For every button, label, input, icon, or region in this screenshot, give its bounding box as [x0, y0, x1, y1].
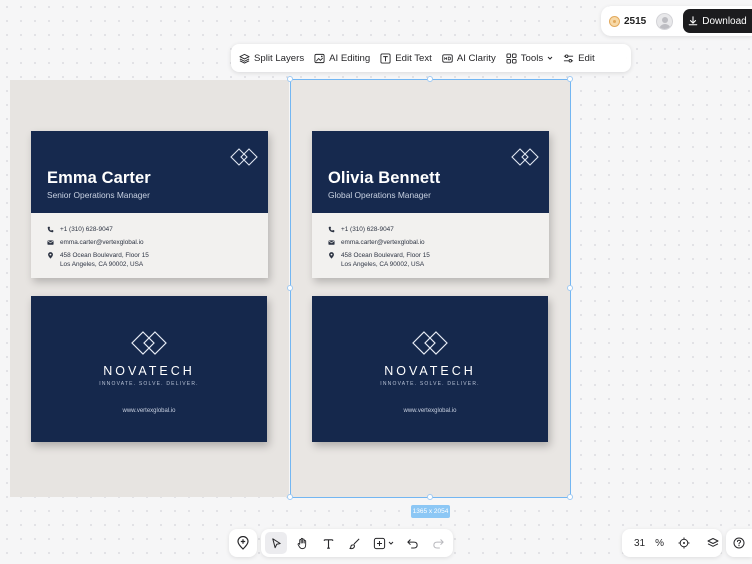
resize-handle-bottom[interactable] — [427, 494, 433, 500]
business-card-front[interactable]: Emma Carter Senior Operations Manager +1… — [31, 131, 268, 278]
redo-icon — [432, 538, 444, 548]
tools-label: Tools — [520, 52, 544, 64]
mail-icon — [47, 240, 54, 245]
email-text: emma.carter@vertexglobal.io — [60, 239, 144, 246]
grid-icon — [506, 52, 517, 64]
resize-handle-bottom-left[interactable] — [287, 494, 293, 500]
resize-handle-top[interactable] — [427, 76, 433, 82]
split-layers-button[interactable]: Split Layers — [239, 53, 304, 64]
contact-email: emma.carter@vertexglobal.io — [47, 238, 144, 247]
text-tool[interactable] — [317, 532, 339, 554]
diamond-logo-icon — [131, 331, 167, 355]
brand-tagline: INNOVATE. SOLVE. DELIVER. — [99, 381, 199, 387]
add-pin-icon — [237, 536, 249, 550]
contact-address: 458 Ocean Boulevard, Floor 15 Los Angele… — [47, 251, 149, 269]
hd-icon — [442, 53, 453, 63]
fit-to-screen-icon[interactable] — [678, 537, 690, 549]
redo-button[interactable] — [427, 532, 449, 554]
resize-handle-left[interactable] — [287, 285, 293, 291]
edit-text-button[interactable]: Edit Text — [380, 53, 432, 64]
ai-editing-button[interactable]: AI Editing — [314, 53, 370, 64]
help-icon — [733, 537, 745, 549]
edit-toolbar: Split Layers AI Editing Edit Text AI Cla… — [231, 44, 631, 72]
add-square-icon — [373, 537, 385, 549]
website-text: www.vertexglobal.io — [122, 408, 176, 414]
card-name: Emma Carter — [47, 169, 151, 187]
layers-icon — [239, 53, 250, 64]
avatar[interactable] — [656, 12, 674, 30]
help-button[interactable] — [726, 529, 752, 557]
location-pin-icon — [48, 252, 53, 259]
phone-text: +1 (310) 628-9047 — [60, 226, 113, 233]
hand-tool[interactable] — [291, 532, 313, 554]
text-icon — [323, 538, 333, 549]
address-line2: Los Angeles, CA 90002, USA — [60, 261, 144, 268]
brand-name: NOVATECH — [103, 364, 195, 378]
insert-tool-dropdown[interactable] — [369, 532, 397, 554]
coin-icon — [609, 15, 620, 27]
edit-label: Edit — [578, 52, 595, 64]
diamond-logo-icon — [230, 148, 258, 166]
zoom-unit: % — [655, 537, 665, 549]
chevron-down-icon — [547, 56, 553, 60]
selection-frame[interactable] — [290, 79, 571, 498]
account-bar: 2515 Download — [601, 6, 752, 36]
undo-button[interactable] — [401, 532, 423, 554]
phone-icon — [47, 226, 54, 233]
brush-tool[interactable] — [343, 532, 365, 554]
ai-clarity-label: AI Clarity — [456, 52, 496, 64]
brush-icon — [348, 537, 360, 549]
text-box-icon — [380, 52, 391, 64]
canvas-tools — [261, 529, 453, 557]
tools-dropdown[interactable]: Tools — [506, 53, 553, 64]
business-card-back[interactable]: NOVATECH INNOVATE. SOLVE. DELIVER. www.v… — [31, 296, 267, 442]
address-line1: 458 Ocean Boulevard, Floor 15 — [60, 252, 149, 259]
contact-phone: +1 (310) 628-9047 — [47, 225, 113, 234]
undo-icon — [406, 538, 418, 548]
selection-size-badge: 1365 x 2054 — [411, 505, 450, 518]
edit-button[interactable]: Edit — [563, 53, 595, 64]
add-location-button[interactable] — [229, 529, 257, 557]
cursor-icon — [271, 537, 281, 548]
download-label: Download — [702, 15, 747, 27]
ai-clarity-button[interactable]: AI Clarity — [442, 53, 496, 64]
chevron-down-icon — [388, 541, 393, 545]
layers-icon[interactable] — [707, 537, 719, 549]
credits-display[interactable]: 2515 — [609, 15, 647, 27]
zoom-value[interactable]: 31 — [634, 538, 645, 549]
resize-handle-bottom-right[interactable] — [567, 494, 573, 500]
resize-handle-top-left[interactable] — [287, 76, 293, 82]
download-button[interactable]: Download — [683, 9, 752, 33]
ai-image-icon — [314, 53, 325, 63]
sliders-icon — [564, 53, 574, 63]
resize-handle-right[interactable] — [567, 285, 573, 291]
resize-handle-top-right[interactable] — [567, 76, 573, 82]
zoom-controls: 31 % — [622, 529, 722, 557]
split-layers-label: Split Layers — [254, 52, 305, 64]
hand-icon — [297, 537, 306, 549]
card-job-title: Senior Operations Manager — [47, 190, 150, 200]
download-icon — [688, 16, 698, 26]
edit-text-label: Edit Text — [395, 52, 432, 64]
select-tool[interactable] — [265, 532, 287, 554]
credits-count: 2515 — [624, 15, 647, 27]
ai-editing-label: AI Editing — [329, 52, 371, 64]
